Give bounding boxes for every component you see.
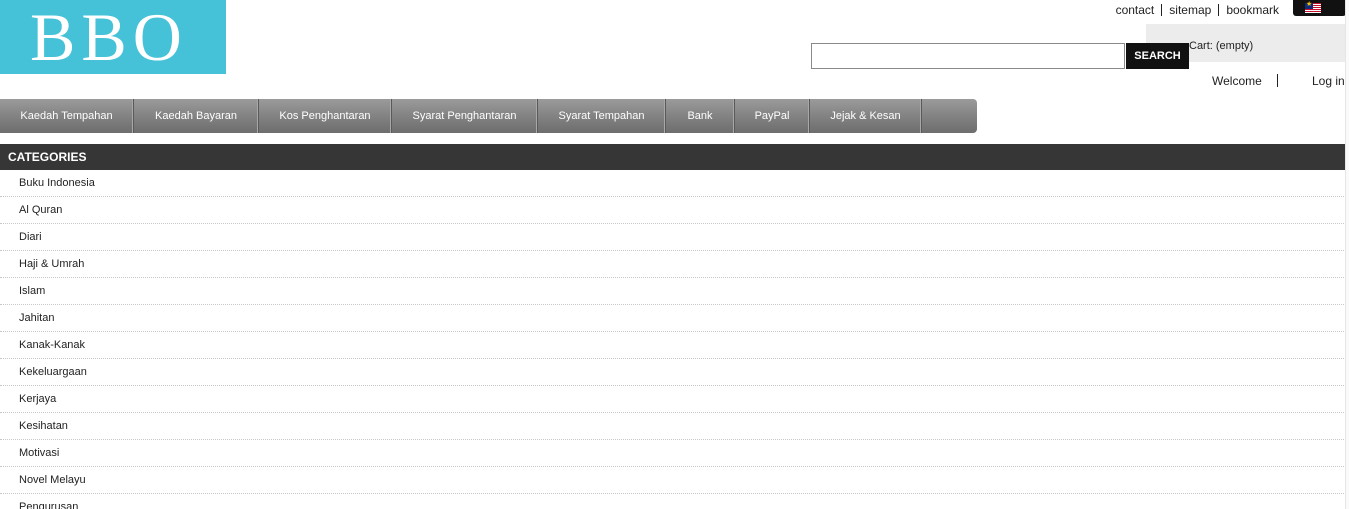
- cart-label: Cart: (empty): [1189, 40, 1254, 52]
- category-item[interactable]: Buku Indonesia: [0, 170, 1346, 197]
- login-link[interactable]: Log in: [1312, 74, 1345, 88]
- search-button[interactable]: SEARCH: [1126, 43, 1189, 69]
- category-item[interactable]: Kesihatan: [0, 413, 1346, 440]
- category-item[interactable]: Motivasi: [0, 440, 1346, 467]
- page: BBO contact sitemap bookmark ★ Cart: (em…: [0, 0, 1349, 509]
- category-item[interactable]: Pengurusan: [0, 494, 1346, 509]
- main-nav: Kaedah Tempahan Kaedah Bayaran Kos Pengh…: [0, 99, 977, 133]
- flag-canton: ★: [1305, 1, 1313, 9]
- nav-item-syarat-penghantaran[interactable]: Syarat Penghantaran: [392, 99, 538, 133]
- contact-link[interactable]: contact: [1109, 4, 1162, 16]
- categories-list: Buku Indonesia Al Quran Diari Haji & Umr…: [0, 170, 1346, 509]
- category-item[interactable]: Kanak-Kanak: [0, 332, 1346, 359]
- sitemap-link[interactable]: sitemap: [1161, 4, 1218, 16]
- welcome-divider: [1277, 74, 1278, 87]
- category-item[interactable]: Novel Melayu: [0, 467, 1346, 494]
- category-item[interactable]: Haji & Umrah: [0, 251, 1346, 278]
- category-item[interactable]: Diari: [0, 224, 1346, 251]
- malaysia-flag-icon: ★: [1305, 1, 1321, 13]
- page-scrollbar[interactable]: [1345, 0, 1349, 509]
- welcome-text: Welcome: [1212, 74, 1262, 88]
- category-item[interactable]: Kekeluargaan: [0, 359, 1346, 386]
- search-input[interactable]: [811, 43, 1125, 69]
- nav-item-syarat-tempahan[interactable]: Syarat Tempahan: [538, 99, 666, 133]
- header-links: contact sitemap bookmark: [1109, 4, 1286, 16]
- logo-text: BBO: [30, 0, 188, 75]
- category-item[interactable]: Al Quran: [0, 197, 1346, 224]
- language-selector[interactable]: ★: [1293, 0, 1346, 16]
- category-item[interactable]: Jahitan: [0, 305, 1346, 332]
- categories-header: CATEGORIES: [0, 144, 1346, 170]
- category-item[interactable]: Islam: [0, 278, 1346, 305]
- nav-item-kos-penghantaran[interactable]: Kos Penghantaran: [259, 99, 392, 133]
- flag-star: ★: [1306, 1, 1313, 8]
- nav-item-kaedah-tempahan[interactable]: Kaedah Tempahan: [0, 99, 134, 133]
- nav-item-kaedah-bayaran[interactable]: Kaedah Bayaran: [134, 99, 259, 133]
- category-item[interactable]: Kerjaya: [0, 386, 1346, 413]
- nav-item-jejak-kesan[interactable]: Jejak & Kesan: [810, 99, 922, 133]
- site-logo[interactable]: BBO: [0, 0, 226, 74]
- nav-item-paypal[interactable]: PayPal: [735, 99, 810, 133]
- bookmark-link[interactable]: bookmark: [1218, 4, 1286, 16]
- nav-item-bank[interactable]: Bank: [666, 99, 735, 133]
